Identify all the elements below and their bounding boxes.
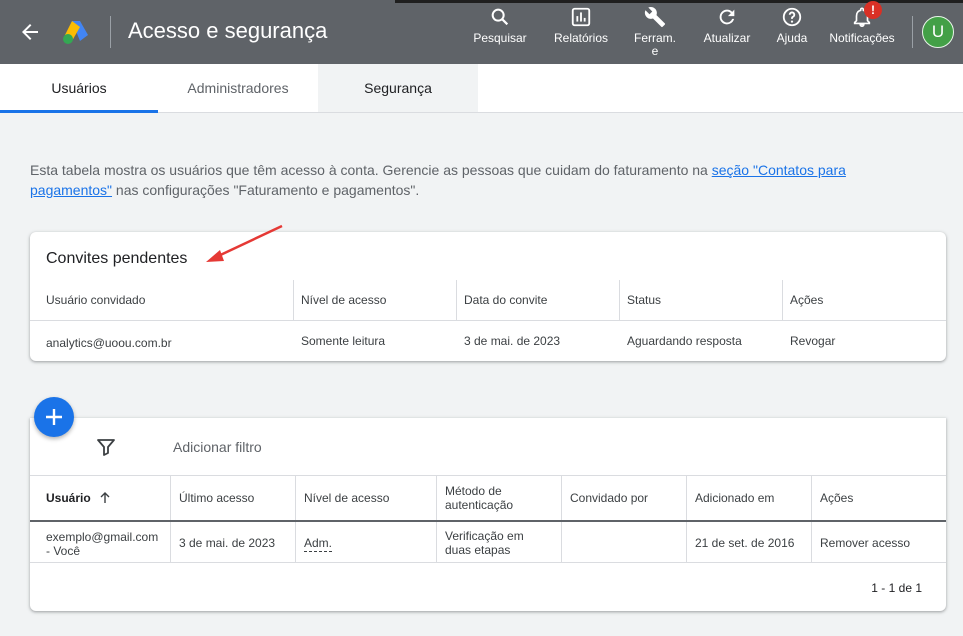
tools-tool-button[interactable]: Ferram. e [630, 6, 680, 62]
pending-invites-card: Convites pendentes Usuário convidado Nív… [30, 232, 946, 361]
tool-label: Atualizar [703, 31, 751, 45]
user-cell: exemplo@gmail.com - Você [46, 530, 159, 558]
column-header: Método de autenticação [445, 484, 514, 512]
google-ads-logo-icon [63, 21, 88, 44]
column-divider [293, 280, 294, 320]
tab-label: Usuários [51, 80, 107, 96]
column-divider [170, 476, 171, 562]
pagination-label: 1 - 1 de 1 [871, 581, 922, 595]
wrench-icon [644, 7, 666, 28]
tool-label: Ajuda [776, 31, 808, 45]
header-divider [110, 16, 111, 48]
column-header: Status [627, 293, 662, 307]
pending-invites-title: Convites pendentes [46, 250, 188, 267]
column-divider [811, 476, 812, 562]
invite-date-cell: 3 de mai. de 2023 [464, 334, 561, 348]
search-tool-button[interactable]: Pesquisar [471, 6, 529, 62]
tab-security[interactable]: Segurança [318, 64, 478, 112]
add-user-button[interactable] [34, 397, 74, 437]
column-divider [686, 476, 687, 562]
header-row-divider [30, 520, 946, 522]
users-table-card: Adicionar filtro Usuário Último acesso N… [30, 418, 946, 611]
page-title: Acesso e segurança [128, 18, 328, 43]
notifications-tool-button[interactable]: Notificações [824, 6, 900, 62]
search-icon [491, 8, 509, 26]
invited-user-cell: analytics@uoou.com.br [46, 336, 172, 350]
added-on-cell: 21 de set. de 2016 [695, 536, 795, 550]
refresh-tool-button[interactable]: Atualizar [698, 6, 756, 62]
description-text: Esta tabela mostra os usuários que têm a… [30, 162, 712, 178]
tool-label: Pesquisar [473, 31, 527, 45]
add-filter-button[interactable]: Adicionar filtro [173, 439, 262, 455]
column-header: Nível de acesso [304, 491, 390, 505]
header-divider [912, 16, 913, 48]
header-row-divider [30, 320, 946, 321]
tab-administrators[interactable]: Administradores [158, 64, 318, 112]
column-divider [782, 280, 783, 320]
app-bar: Acesso e segurança Pesquisar Relatórios … [0, 0, 963, 64]
tab-bar: Usuários Administradores Segurança [0, 64, 963, 113]
access-level-dropdown[interactable]: Adm. [304, 536, 333, 552]
back-arrow-icon[interactable] [18, 20, 42, 44]
tab-active-indicator [0, 110, 158, 113]
notification-badge: ! [864, 1, 882, 19]
sort-ascending-icon [100, 492, 110, 503]
page-description: Esta tabela mostra os usuários que têm a… [30, 160, 930, 200]
filter-icon[interactable] [97, 438, 115, 456]
tab-users[interactable]: Usuários [0, 64, 158, 113]
reports-icon [571, 7, 591, 27]
plus-icon [46, 409, 62, 425]
column-header: Usuário convidado [46, 293, 146, 307]
tool-label: Notificações [829, 31, 895, 45]
column-header: Nível de acesso [301, 293, 387, 307]
description-text: nas configurações "Faturamento e pagamen… [112, 182, 420, 198]
column-header: Ações [820, 491, 854, 505]
sortable-user-header[interactable]: Usuário [46, 491, 111, 505]
status-cell: Aguardando resposta [627, 334, 742, 348]
column-divider [295, 476, 296, 562]
annotation-arrow-icon [206, 224, 283, 262]
revoke-link[interactable]: Revogar [790, 334, 835, 348]
refresh-icon [719, 9, 735, 25]
column-header: Usuário [46, 491, 91, 505]
reports-tool-button[interactable]: Relatórios [550, 6, 612, 62]
avatar[interactable]: U [922, 16, 954, 48]
last-access-cell: 3 de mai. de 2023 [179, 536, 276, 550]
column-header: Convidado por [570, 491, 649, 505]
column-divider [561, 476, 562, 562]
auth-method-cell: Verificação em duas etapas [445, 529, 524, 557]
tab-label: Administradores [187, 80, 289, 96]
help-tool-button[interactable]: Ajuda [772, 6, 812, 62]
column-header: Adicionado em [695, 491, 775, 505]
column-divider [436, 476, 437, 562]
tool-label: Ferram. e [634, 31, 676, 58]
column-header: Ações [790, 293, 824, 307]
column-header: Data do convite [464, 293, 548, 307]
column-header: Último acesso [179, 491, 255, 505]
filter-divider [30, 475, 946, 476]
column-divider [619, 280, 620, 320]
row-divider [30, 562, 946, 563]
column-divider [456, 280, 457, 320]
access-level-cell: Somente leitura [301, 334, 386, 348]
help-icon [782, 7, 802, 27]
tab-label: Segurança [364, 80, 432, 96]
remove-access-link[interactable]: Remover acesso [820, 536, 910, 550]
tool-label: Relatórios [553, 31, 609, 45]
